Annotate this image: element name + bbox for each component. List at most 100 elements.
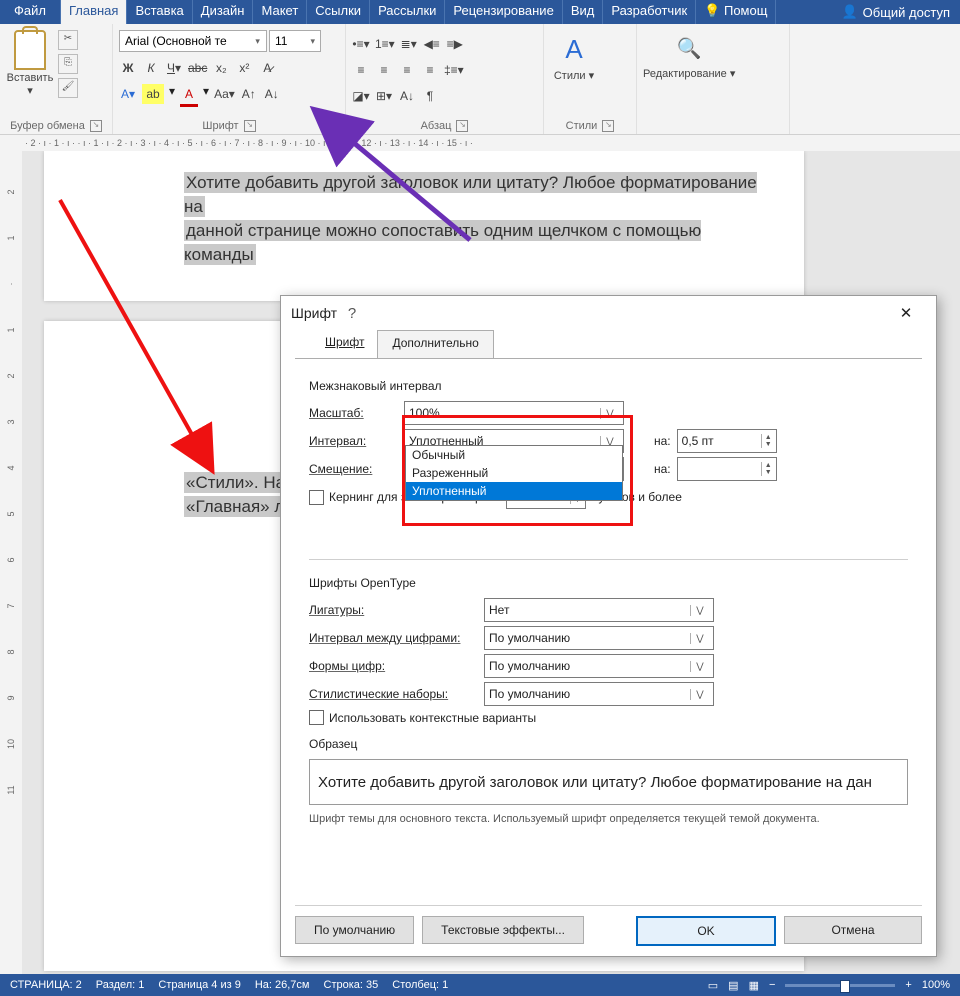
status-line[interactable]: Строка: 35: [324, 979, 379, 991]
sample-label: Образец: [309, 737, 908, 751]
spacing-option-condensed[interactable]: Уплотненный: [406, 482, 622, 500]
justify-button[interactable]: ≡: [421, 60, 439, 80]
tab-review[interactable]: Рецензирование: [445, 0, 562, 24]
align-center-button[interactable]: ≡: [375, 60, 393, 80]
font-dialog: Шрифт ? ✕ Шрифт Дополнительно Межзнаковы…: [280, 295, 937, 957]
borders-button[interactable]: ⊞▾: [375, 86, 393, 106]
vertical-ruler[interactable]: 21·1234567891011: [0, 151, 23, 974]
selected-text[interactable]: Хотите добавить другой заголовок или цит…: [184, 172, 757, 217]
help-icon[interactable]: ?: [337, 305, 367, 322]
font-name-combo[interactable]: ▾: [119, 30, 267, 52]
styles-launcher[interactable]: [602, 120, 614, 132]
bullets-button[interactable]: •≡▾: [352, 34, 370, 54]
subscript-button[interactable]: x₂: [212, 58, 230, 78]
underline-button[interactable]: Ч▾: [165, 58, 183, 78]
stylistic-sets-combo[interactable]: По умолчанию⋁: [484, 682, 714, 706]
spacing-by-spin[interactable]: 0,5 пт▲▼: [677, 429, 777, 453]
italic-button[interactable]: К: [142, 58, 160, 78]
spacing-option-normal[interactable]: Обычный: [406, 446, 622, 464]
superscript-button[interactable]: x²: [235, 58, 253, 78]
selected-text[interactable]: «Стили». На: [184, 472, 287, 493]
editing-button[interactable]: 🔍 Редактирование ▾: [643, 30, 735, 80]
text-effects-button[interactable]: Текстовые эффекты...: [422, 916, 584, 944]
scale-combo[interactable]: 100%⋁: [404, 401, 624, 425]
position-by-label: на:: [654, 462, 671, 476]
close-icon[interactable]: ✕: [886, 304, 926, 322]
decrease-indent-button[interactable]: ◀≡: [423, 34, 441, 54]
share-button[interactable]: 👤 Общий доступ: [831, 0, 960, 24]
tab-insert[interactable]: Вставка: [127, 0, 192, 24]
number-forms-combo[interactable]: По умолчанию⋁: [484, 654, 714, 678]
show-marks-button[interactable]: ¶: [421, 86, 439, 106]
bold-button[interactable]: Ж: [119, 58, 137, 78]
sort-button[interactable]: A↓: [398, 86, 416, 106]
view-print-icon[interactable]: ▤: [728, 979, 738, 992]
status-bar: СТРАНИЦА: 2 Раздел: 1 Страница 4 из 9 На…: [0, 974, 960, 996]
ligatures-combo[interactable]: Нет⋁: [484, 598, 714, 622]
set-default-button[interactable]: По умолчанию: [295, 916, 414, 944]
kerning-checkbox[interactable]: [309, 490, 324, 505]
tell-me[interactable]: 💡 Помощ: [696, 0, 776, 24]
zoom-out-icon[interactable]: −: [769, 979, 775, 991]
font-size-combo[interactable]: ▾: [269, 30, 321, 52]
ok-button[interactable]: OK: [636, 916, 776, 946]
contextual-checkbox[interactable]: [309, 710, 324, 725]
clear-format-button[interactable]: A̷: [258, 58, 276, 78]
selected-text[interactable]: «Главная» л: [184, 496, 286, 517]
clipboard-group-label: Буфер обмена: [10, 120, 85, 132]
tab-layout[interactable]: Макет: [253, 0, 307, 24]
copy-icon[interactable]: ⎘: [58, 54, 78, 74]
strike-button[interactable]: abc: [188, 58, 207, 78]
status-pages[interactable]: Страница 4 из 9: [158, 979, 240, 991]
styles-button[interactable]: A Стили ▾: [550, 30, 598, 82]
number-spacing-label: Интервал между цифрами:: [309, 631, 484, 645]
format-painter-icon[interactable]: 🖌: [58, 78, 78, 98]
line-spacing-button[interactable]: ‡≡▾: [444, 60, 464, 80]
align-right-button[interactable]: ≡: [398, 60, 416, 80]
status-column[interactable]: Столбец: 1: [392, 979, 448, 991]
tab-home[interactable]: Главная: [61, 0, 127, 24]
status-section[interactable]: Раздел: 1: [96, 979, 145, 991]
status-position[interactable]: На: 26,7см: [255, 979, 310, 991]
zoom-level[interactable]: 100%: [922, 979, 950, 991]
document-page[interactable]: Хотите добавить другой заголовок или цит…: [44, 151, 804, 301]
font-color-button[interactable]: A: [180, 84, 198, 107]
paragraph-group-label: Абзац: [421, 120, 452, 132]
zoom-slider[interactable]: [785, 984, 895, 987]
tab-view[interactable]: Вид: [563, 0, 604, 24]
tab-references[interactable]: Ссылки: [307, 0, 370, 24]
zoom-in-icon[interactable]: +: [905, 979, 911, 991]
ribbon: Вставить ▾ ✂ ⎘ 🖌 Буфер обмена ▾ ▾ Ж К Ч▾…: [0, 24, 960, 135]
position-by-spin[interactable]: ▲▼: [677, 457, 777, 481]
numbering-button[interactable]: 1≡▾: [375, 34, 395, 54]
tab-advanced-dlg[interactable]: Дополнительно: [377, 330, 493, 358]
tab-design[interactable]: Дизайн: [193, 0, 254, 24]
tab-file[interactable]: Файл: [0, 0, 61, 24]
text-effects-button[interactable]: A▾: [119, 84, 137, 104]
scale-label: Масштаб:: [309, 406, 404, 420]
view-web-icon[interactable]: ▦: [749, 979, 759, 992]
highlight-button[interactable]: ab: [142, 84, 164, 104]
paste-button[interactable]: Вставить ▾: [6, 30, 54, 97]
spacing-dropdown-list[interactable]: Обычный Разреженный Уплотненный: [405, 445, 623, 501]
font-launcher[interactable]: [244, 120, 256, 132]
shading-button[interactable]: ◪▾: [352, 86, 370, 106]
multilevel-button[interactable]: ≣▾: [400, 34, 418, 54]
status-page[interactable]: СТРАНИЦА: 2: [10, 979, 82, 991]
clipboard-launcher[interactable]: [90, 120, 102, 132]
tab-mailings[interactable]: Рассылки: [370, 0, 445, 24]
increase-indent-button[interactable]: ≡▶: [446, 34, 464, 54]
grow-font-button[interactable]: A↑: [240, 84, 258, 104]
align-left-button[interactable]: ≡: [352, 60, 370, 80]
number-spacing-combo[interactable]: По умолчанию⋁: [484, 626, 714, 650]
view-read-icon[interactable]: ▭: [708, 979, 718, 992]
spacing-option-expanded[interactable]: Разреженный: [406, 464, 622, 482]
paragraph-launcher[interactable]: [456, 120, 468, 132]
cancel-button[interactable]: Отмена: [784, 916, 922, 944]
cut-icon[interactable]: ✂: [58, 30, 78, 50]
selected-text[interactable]: данной странице можно сопоставить одним …: [184, 220, 701, 265]
change-case-button[interactable]: Aa▾: [214, 84, 235, 104]
shrink-font-button[interactable]: A↓: [263, 84, 281, 104]
tab-developer[interactable]: Разработчик: [603, 0, 696, 24]
tab-font-dlg[interactable]: Шрифт: [311, 330, 378, 358]
